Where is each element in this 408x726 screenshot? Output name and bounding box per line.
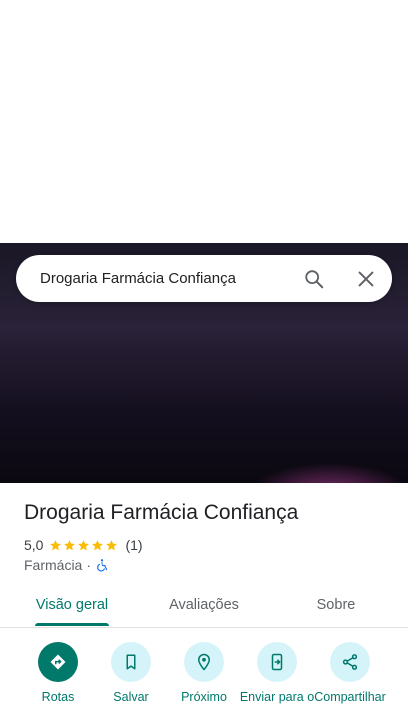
nearby-circle[interactable] <box>184 642 224 682</box>
share-circle[interactable] <box>330 642 370 682</box>
star-icon <box>78 539 90 550</box>
share-button[interactable]: Compartilhar <box>311 642 389 705</box>
directions-label: Rotas <box>41 690 75 704</box>
wheelchair-accessible-icon <box>97 559 108 572</box>
send-to-phone-circle[interactable] <box>257 642 297 682</box>
tab-overview[interactable]: Visão geral <box>22 585 122 625</box>
directions-icon <box>50 654 66 670</box>
search-bar[interactable]: Drogaria Farmácia Confiança <box>16 255 392 302</box>
share-label: Compartilhar <box>314 690 386 704</box>
send-to-phone-icon <box>271 653 283 671</box>
star-icon <box>64 539 76 550</box>
directions-circle[interactable] <box>38 642 78 682</box>
directions-button[interactable]: Rotas <box>19 642 97 705</box>
tab-reviews[interactable]: Avaliações <box>154 585 254 625</box>
star-icon <box>92 539 104 550</box>
active-tab-indicator <box>35 623 109 626</box>
search-icon[interactable] <box>303 268 325 290</box>
send-to-phone-label: Enviar para o <box>239 690 315 704</box>
place-tabs: Visão geral Avaliações Sobre <box>0 585 408 628</box>
search-input[interactable]: Drogaria Farmácia Confiança <box>40 255 236 302</box>
category-separator: · <box>86 557 92 573</box>
category-row: Farmácia · <box>24 556 109 574</box>
share-icon <box>342 654 358 670</box>
star-icon <box>50 539 62 550</box>
map-blank-area <box>0 0 408 243</box>
save-label: Salvar <box>113 690 149 704</box>
review-count[interactable]: (1) <box>125 537 142 553</box>
rating-stars <box>49 539 119 552</box>
bookmark-icon <box>126 654 136 670</box>
send-to-phone-button[interactable]: Enviar para o <box>238 642 316 705</box>
nearby-label: Próximo <box>181 690 227 704</box>
save-button[interactable]: Salvar <box>92 642 170 705</box>
rating-row[interactable]: 5,0 (1) <box>24 536 143 554</box>
place-title: Drogaria Farmácia Confiança <box>24 501 299 524</box>
close-icon[interactable] <box>355 268 377 290</box>
rating-value: 5,0 <box>24 537 44 553</box>
place-category: Farmácia <box>24 557 83 573</box>
save-circle[interactable] <box>111 642 151 682</box>
star-icon <box>106 539 118 550</box>
nearby-icon <box>197 653 211 671</box>
tab-about[interactable]: Sobre <box>286 585 386 625</box>
nearby-button[interactable]: Próximo <box>165 642 243 705</box>
